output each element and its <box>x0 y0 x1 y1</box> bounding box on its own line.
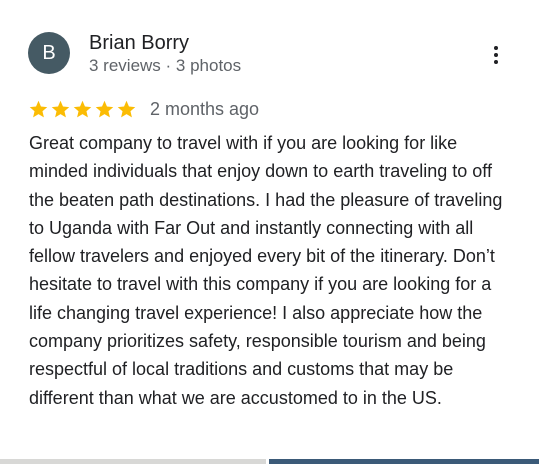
more-dot <box>494 53 498 57</box>
photo-thumbnail[interactable] <box>0 459 266 464</box>
rating-row: 2 months ago <box>28 96 259 122</box>
author-meta: 3 reviews · 3 photos <box>89 55 242 75</box>
avatar[interactable]: B <box>28 32 70 74</box>
star-icon <box>29 100 48 117</box>
author-block: Brian Borry 3 reviews · 3 photos <box>89 31 241 76</box>
star-icon <box>73 100 92 117</box>
star-icon <box>51 100 70 117</box>
more-vert-icon[interactable] <box>490 43 502 67</box>
photo-thumbnail[interactable] <box>269 459 539 464</box>
star-rating <box>28 99 137 120</box>
star-icon <box>95 100 114 117</box>
review-text: Great company to travel with if you are … <box>29 133 503 408</box>
review-time: 2 months ago <box>150 98 260 119</box>
review-card: B Brian Borry 3 reviews · 3 photos 2 mon… <box>0 0 539 464</box>
more-dot <box>494 60 498 64</box>
review-header: B Brian Borry 3 reviews · 3 photos <box>28 31 241 75</box>
author-name[interactable]: Brian Borry <box>89 31 241 55</box>
avatar-initial: B <box>42 41 56 64</box>
star-icon <box>117 100 136 117</box>
more-dot <box>494 46 498 50</box>
